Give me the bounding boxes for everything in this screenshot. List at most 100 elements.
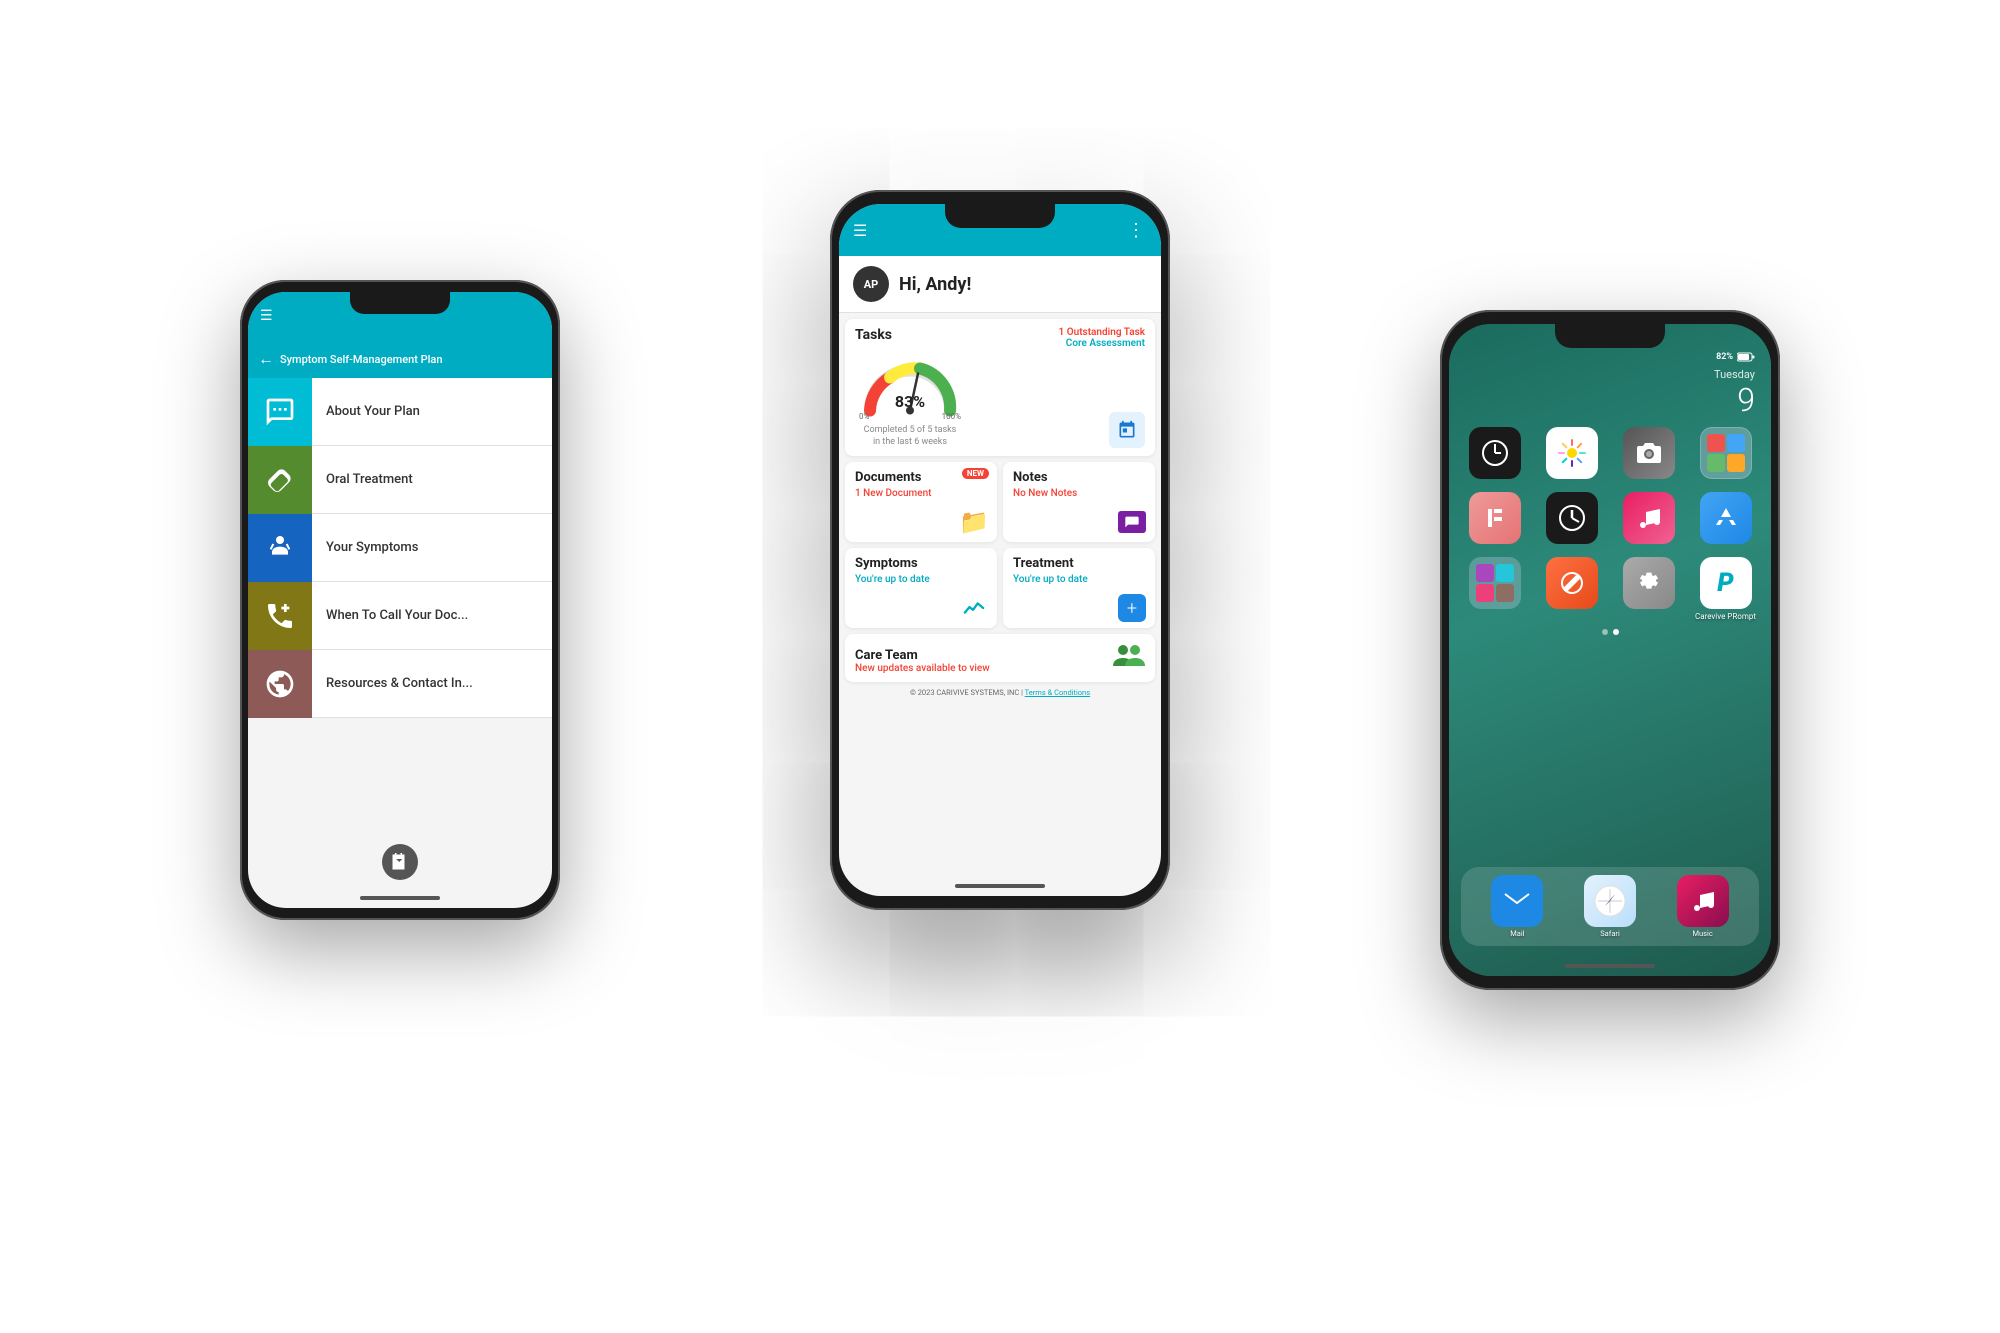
- music-dock-app[interactable]: Music: [1677, 875, 1729, 938]
- person-icon: [264, 532, 296, 564]
- phone-icon: [264, 600, 296, 632]
- list-item[interactable]: Resources & Contact In...: [248, 650, 552, 718]
- camera-app[interactable]: [1615, 427, 1682, 482]
- clock-app[interactable]: [1461, 427, 1528, 482]
- carevive-p: P: [1717, 568, 1733, 598]
- calendar-icon[interactable]: [1109, 412, 1145, 448]
- settings-icon: [1623, 557, 1675, 609]
- new-badge: NEW: [962, 468, 989, 479]
- notes-icon: [1117, 510, 1147, 534]
- list-item[interactable]: Oral Treatment: [248, 446, 552, 514]
- call-doc-icon-box: [248, 582, 312, 650]
- care-team-sub: New updates available to view: [855, 663, 990, 674]
- ios-wallpaper: 82% Tuesday 9: [1449, 324, 1771, 976]
- calendar-svg: [1117, 420, 1137, 440]
- notes-card[interactable]: Notes No New Notes: [1003, 462, 1155, 542]
- symptoms-icon-box: [248, 514, 312, 582]
- gauge-percent: 83%: [895, 392, 925, 411]
- gauge-container: 0% 100% 83% Completed 5 of 5 tasks in th…: [855, 353, 1145, 448]
- back-arrow-icon[interactable]: ←: [258, 349, 274, 369]
- notes-sub: No New Notes: [1013, 488, 1145, 499]
- settings-app[interactable]: [1615, 557, 1682, 621]
- clock2-app[interactable]: [1538, 492, 1605, 547]
- terms-link[interactable]: Terms & Conditions: [1025, 688, 1090, 697]
- gauge-completed: Completed 5 of 5 tasks in the last 6 wee…: [864, 425, 957, 448]
- tasks-header: Tasks 1 Outstanding Task Core Assessment: [855, 327, 1145, 349]
- call-doc-label: When To Call Your Doc...: [312, 608, 468, 623]
- safari-label: Safari: [1600, 929, 1620, 938]
- music-dock-label: Music: [1692, 929, 1712, 938]
- ios-date-area: Tuesday 9: [1449, 366, 1771, 427]
- clock2-icon: [1546, 492, 1598, 544]
- appstore-icon: [1700, 492, 1752, 544]
- carevive-app[interactable]: P Carevive PRompt: [1692, 557, 1759, 621]
- center-hamburger-icon[interactable]: ☰: [853, 221, 867, 240]
- symptoms-title: Symptoms: [855, 556, 987, 571]
- plus-box-icon: +: [1117, 596, 1147, 620]
- right-screen: 82% Tuesday 9: [1449, 324, 1771, 976]
- ios-page-dots: [1449, 621, 1771, 643]
- list-item[interactable]: About Your Plan: [248, 378, 552, 446]
- treatment-sub: You're up to date: [1013, 574, 1145, 585]
- core-assessment-link[interactable]: Core Assessment: [1059, 338, 1145, 349]
- right-home-bar: [1565, 964, 1655, 968]
- hamburger-icon[interactable]: ☰: [260, 308, 273, 324]
- resources-label: Resources & Contact In...: [312, 676, 473, 691]
- app-orange[interactable]: [1538, 557, 1605, 621]
- center-notch: [945, 204, 1055, 228]
- safari-app[interactable]: Safari: [1584, 875, 1636, 938]
- center-home-bar: [955, 884, 1045, 888]
- folder-icon: 📁: [959, 510, 989, 534]
- page-dot-1: [1602, 629, 1608, 635]
- list-item[interactable]: Your Symptoms: [248, 514, 552, 582]
- left-phone: ☰ ← Symptom Self-Management Plan About Y…: [240, 280, 560, 920]
- gauge-label-100: 100%: [942, 412, 961, 421]
- mail-app[interactable]: Mail: [1491, 875, 1543, 938]
- symptoms-card[interactable]: Symptoms You're up to date: [845, 548, 997, 628]
- book-svg: [391, 853, 409, 871]
- tasks-section[interactable]: Tasks 1 Outstanding Task Core Assessment: [845, 319, 1155, 456]
- photos-app-icon: [1546, 427, 1598, 479]
- music-icon: [1623, 492, 1675, 544]
- menu-list: About Your Plan Oral Treatment Your Symp…: [248, 378, 552, 718]
- carevive-label: Carevive PRompt: [1695, 612, 1756, 621]
- photos-app[interactable]: [1538, 427, 1605, 482]
- care-team-section[interactable]: Care Team New updates available to view: [845, 634, 1155, 682]
- right-notch: [1555, 324, 1665, 348]
- greeting-row: AP Hi, Andy!: [839, 256, 1161, 313]
- camera-app-icon: [1623, 427, 1675, 479]
- books-app[interactable]: [1461, 492, 1528, 547]
- avatar: AP: [853, 266, 889, 302]
- about-plan-label: About Your Plan: [312, 404, 420, 419]
- more-options-icon[interactable]: ⋮: [1127, 220, 1147, 241]
- oral-treatment-icon-box: [248, 446, 312, 514]
- mail-label: Mail: [1510, 929, 1524, 938]
- folder1-app[interactable]: [1692, 427, 1759, 482]
- clock-app-icon: [1469, 427, 1521, 479]
- greeting-text: Hi, Andy!: [899, 274, 971, 295]
- symptoms-label: Your Symptoms: [312, 540, 418, 555]
- music-dock-icon: [1677, 875, 1729, 927]
- documents-card[interactable]: Documents NEW 1 New Document 📁: [845, 462, 997, 542]
- right-phone: 82% Tuesday 9: [1440, 310, 1780, 990]
- treatment-title: Treatment: [1013, 556, 1145, 571]
- safari-icon: [1584, 875, 1636, 927]
- treatment-card[interactable]: Treatment You're up to date +: [1003, 548, 1155, 628]
- ios-day: Tuesday: [1465, 368, 1755, 381]
- orange-icon: [1546, 557, 1598, 609]
- books-icon: [1469, 492, 1521, 544]
- book-icon[interactable]: [382, 844, 418, 880]
- appstore-app[interactable]: [1692, 492, 1759, 547]
- documents-sub: 1 New Document: [855, 488, 987, 499]
- folder1-icon: [1700, 427, 1752, 479]
- list-item[interactable]: When To Call Your Doc...: [248, 582, 552, 650]
- music-app[interactable]: [1615, 492, 1682, 547]
- folder2-app[interactable]: [1461, 557, 1528, 621]
- oral-treatment-label: Oral Treatment: [312, 472, 413, 487]
- left-phone-notch: [350, 292, 450, 314]
- chat-icon: [264, 396, 296, 428]
- care-team-left: Care Team New updates available to view: [855, 648, 990, 674]
- ios-date: 9: [1465, 381, 1755, 419]
- back-nav[interactable]: ← Symptom Self-Management Plan: [248, 340, 552, 378]
- about-plan-icon-box: [248, 378, 312, 446]
